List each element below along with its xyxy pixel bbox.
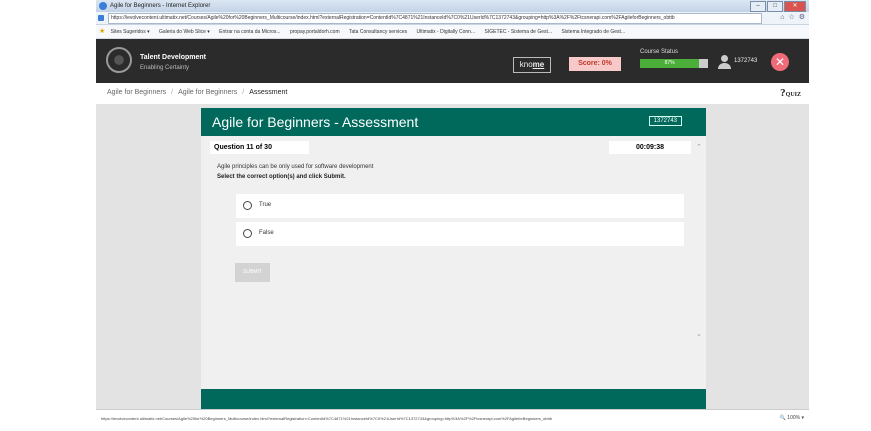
instruction-text: Select the correct option(s) and click S…: [217, 174, 346, 180]
favorite-link[interactable]: Galeria do Web Slice ▾: [159, 26, 210, 38]
course-progress-fill: 87%: [640, 59, 700, 68]
assessment-header: Agile for Beginners - Assessment 1372743: [201, 108, 706, 136]
site-icon: [98, 15, 104, 21]
window-title: Agile for Beginners - Internet Explorer: [110, 3, 211, 9]
minimize-icon[interactable]: –: [750, 1, 766, 12]
breadcrumb-separator: /: [171, 89, 174, 96]
favorite-link[interactable]: Entrar na conta da Micros...: [219, 26, 280, 38]
close-course-button[interactable]: ✕: [771, 53, 789, 71]
home-icon[interactable]: ⌂: [780, 12, 784, 24]
window-close-icon[interactable]: ✕: [784, 1, 806, 12]
user-icon[interactable]: [718, 55, 731, 69]
address-bar: https://ievolvecontent.ultimatix.net/Cou…: [96, 12, 809, 25]
ie-icon: [99, 2, 107, 10]
quiz-button[interactable]: ?QUIZ: [780, 83, 801, 105]
score-badge: Score: 0%: [569, 57, 621, 71]
breadcrumb: Agile for Beginners / Agile for Beginners /…: [107, 83, 287, 103]
brand-name: Talent Development: [140, 54, 206, 61]
breadcrumb-item[interactable]: Agile for Beginners: [178, 89, 237, 96]
browser-window: Agile for Beginners - Internet Explorer …: [96, 0, 809, 431]
gear-icon[interactable]: ⚙: [799, 12, 805, 24]
zoom-level[interactable]: 🔍 100% ▾: [780, 415, 804, 421]
chevron-down-icon[interactable]: ⌄: [696, 330, 702, 338]
content-area: Agile for Beginners - Assessment 1372743…: [96, 104, 809, 409]
maximize-icon[interactable]: □: [767, 1, 783, 12]
submit-button[interactable]: SUBMIT: [235, 263, 270, 282]
brand-tagline: Enabling Certainty: [140, 65, 190, 71]
favorite-link[interactable]: Sites Sugeridos ▾: [111, 26, 150, 38]
breadcrumb-current: Assessment: [249, 89, 288, 96]
status-url: https://ievolvecontent.ultimatix.net/Cou…: [101, 416, 552, 421]
assessment-footer: [201, 389, 706, 409]
app-header: Talent Development Enabling Certainty kn…: [96, 39, 809, 83]
breadcrumb-bar: Agile for Beginners / Agile for Beginners /…: [96, 83, 809, 105]
breadcrumb-item[interactable]: Agile for Beginners: [107, 89, 166, 96]
course-status-label: Course Status: [640, 49, 679, 55]
user-id: 1372743: [734, 58, 758, 64]
favorite-link[interactable]: propay.portaldorh.com: [290, 26, 340, 38]
favorite-link[interactable]: SIGETEC - Sistema de Gest...: [485, 26, 553, 38]
knome-button[interactable]: knome: [513, 57, 551, 73]
question-text: Agile principles can be only used for so…: [217, 164, 374, 170]
favorites-star-icon[interactable]: ★: [99, 25, 105, 38]
window-controls: – □ ✕: [750, 1, 806, 12]
assessment-title: Agile for Beginners - Assessment: [212, 114, 419, 130]
radio-button[interactable]: [243, 201, 252, 210]
quiz-label: QUIZ: [785, 92, 801, 98]
favorite-link[interactable]: Ultimatix - Digitally Conn...: [417, 26, 476, 38]
status-bar: https://ievolvecontent.ultimatix.net/Cou…: [96, 409, 809, 431]
timer: 00:09:38: [609, 141, 691, 154]
option-false[interactable]: False: [236, 222, 684, 246]
browser-tools: ⌂ ☆ ⚙: [780, 12, 805, 24]
knome-suffix: me: [532, 60, 545, 69]
talent-development-logo: [106, 47, 132, 73]
favorite-link[interactable]: Tata Consultancy services: [349, 26, 407, 38]
option-label: True: [259, 202, 272, 208]
title-bar: Agile for Beginners - Internet Explorer …: [96, 0, 809, 12]
url-input[interactable]: https://ievolvecontent.ultimatix.net/Cou…: [108, 13, 762, 24]
assessment-panel: Agile for Beginners - Assessment 1372743…: [201, 108, 706, 409]
favorites-bar: ★ Sites Sugeridos ▾ Galeria do Web Slice…: [96, 25, 809, 39]
option-label: False: [259, 230, 274, 236]
favorites-star-icon[interactable]: ☆: [788, 12, 794, 24]
radio-button[interactable]: [243, 229, 252, 238]
zoom-value: 100%: [787, 415, 801, 421]
question-counter: Question 11 of 30: [210, 141, 309, 154]
knome-prefix: kno: [519, 60, 533, 69]
option-true[interactable]: True: [236, 194, 684, 218]
course-progress-bar: 87%: [640, 59, 708, 68]
breadcrumb-separator: /: [242, 89, 245, 96]
user-id-badge: 1372743: [648, 116, 682, 126]
favorite-link[interactable]: Sistema Integrado de Gest...: [561, 26, 625, 38]
chevron-up-icon[interactable]: ⌃: [696, 143, 702, 151]
